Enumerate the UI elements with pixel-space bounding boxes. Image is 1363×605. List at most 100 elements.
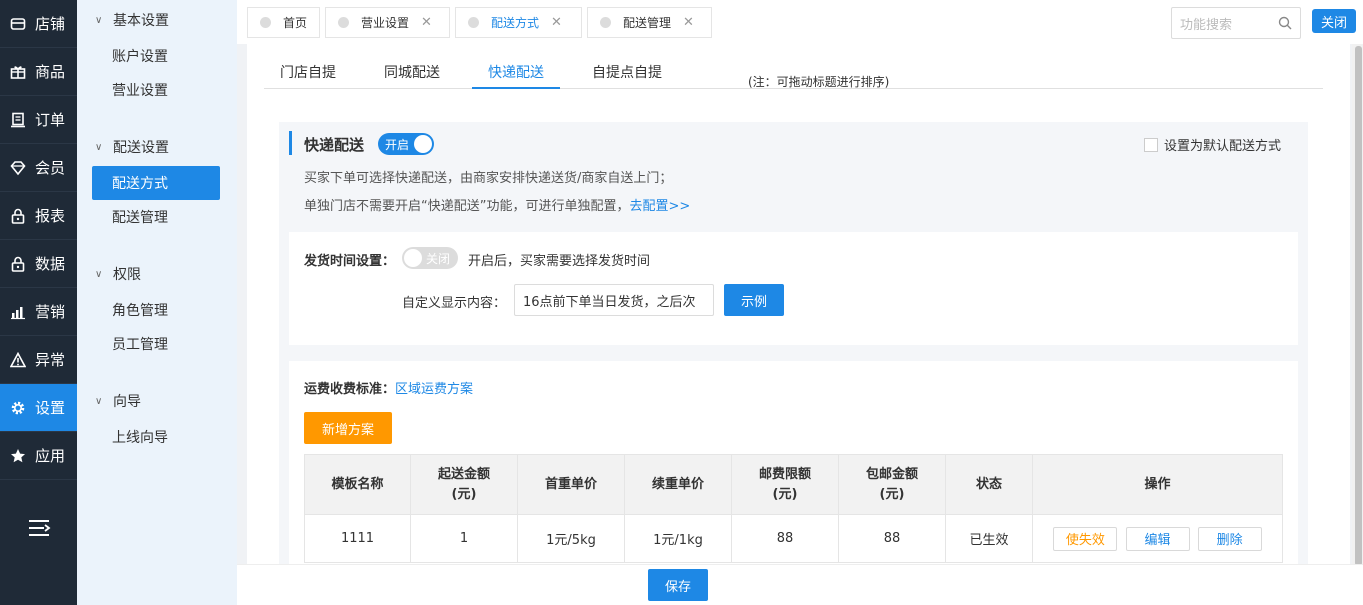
nav-item-orders[interactable]: 订单	[0, 96, 77, 144]
section-description-2: 单独门店不需要开启“快递配送”功能，可进行单独配置，去配置>>	[304, 199, 691, 214]
deactivate-button[interactable]: 使失效	[1053, 526, 1118, 551]
tab-store-pickup[interactable]: 门店自提	[280, 62, 336, 89]
cell-limit: 88	[731, 514, 839, 563]
sub-nav: ∨ 基本设置 账户设置 营业设置 ∨ 配送设置 配送方式 配送管理 ∨ 权限 角色管理…	[77, 0, 237, 605]
nav-item-data[interactable]: 数据	[0, 240, 77, 288]
star-icon	[9, 447, 27, 465]
chevron-down-icon: ∨	[95, 268, 103, 280]
sub-item-delivery-methods[interactable]: 配送方式	[92, 166, 220, 200]
nav-label: 店铺	[35, 15, 66, 33]
sub-item-business-settings[interactable]: 营业设置	[92, 73, 220, 107]
col-first-weight: 首重单价	[517, 454, 625, 515]
set-default-checkbox[interactable]: 设置为默认配送方式	[1144, 135, 1281, 154]
scrollbar-thumb[interactable]	[1355, 46, 1362, 566]
nav-label: 商品	[35, 63, 66, 81]
switch-knob	[414, 135, 432, 153]
table-header-row: 模板名称 起送金额 (元) 首重单价 续重单价 邮费限额 (元) 包邮金额 (元…	[304, 454, 1283, 515]
close-icon[interactable]: ✕	[421, 15, 432, 30]
footer-bar: 保存	[237, 564, 1363, 605]
custom-content-label: 自定义显示内容：	[402, 296, 507, 311]
go-configure-link[interactable]: 去配置>>	[629, 199, 690, 214]
shipping-time-hint: 开启后，买家需要选择发货时间	[468, 254, 651, 269]
nav-item-members[interactable]: 会员	[0, 144, 77, 192]
group-guide[interactable]: ∨ 向导	[77, 389, 141, 413]
close-button[interactable]: 关闭	[1312, 9, 1356, 33]
page-tab-delivery-methods[interactable]: 配送方式 ✕	[455, 7, 582, 38]
fee-standard-box: 运费收费标准：区域运费方案 新增方案 模板名称 起送金额 (元) 首重单价 续重…	[289, 361, 1298, 564]
sub-item-delivery-management[interactable]: 配送管理	[92, 200, 220, 234]
group-basic-settings[interactable]: ∨ 基本设置	[77, 8, 169, 32]
sub-item-onboarding-guide[interactable]: 上线向导	[92, 420, 220, 454]
lock-icon	[9, 255, 27, 273]
save-button[interactable]: 保存	[648, 569, 708, 601]
switch-knob	[404, 249, 422, 267]
cell-status: 已生效	[945, 514, 1033, 563]
shipping-time-label: 发货时间设置：	[304, 254, 396, 269]
section-title: 快递配送	[304, 136, 365, 154]
main-panel: 门店自提 同城配送 快递配送 自提点自提 (注：可拖动标题进行排序) 快递配送 …	[247, 44, 1350, 564]
nav-label: 设置	[35, 399, 66, 417]
tab-dot-icon	[468, 17, 479, 28]
cell-next: 1元/1kg	[624, 514, 732, 563]
checkbox-box[interactable]	[1144, 137, 1158, 152]
section-description: 买家下单可选择快递配送，由商家安排快递送货/商家自送上门；	[304, 171, 673, 186]
page-tabs-bar: 首页 营业设置 ✕ 配送方式 ✕ 配送管理 ✕ 功能搜索 关闭	[237, 0, 1363, 44]
shipping-time-switch[interactable]: 关闭	[402, 247, 458, 269]
table-row: 1111 1 1元/5kg 1元/1kg 88 88 已生效 使失效 编辑 删除	[304, 514, 1283, 563]
col-status: 状态	[945, 454, 1033, 515]
page-tab-business-settings[interactable]: 营业设置 ✕	[325, 7, 450, 38]
nav-item-apps[interactable]: 应用	[0, 432, 77, 480]
chevron-down-icon: ∨	[95, 14, 103, 26]
tab-dot-icon	[338, 17, 349, 28]
col-free-shipping: 包邮金额 (元)	[838, 454, 946, 515]
chevron-down-icon: ∨	[95, 141, 103, 153]
regional-fee-link[interactable]: 区域运费方案	[395, 382, 473, 397]
gift-icon	[9, 63, 27, 81]
edit-button[interactable]: 编辑	[1125, 526, 1190, 551]
express-enable-switch[interactable]: 开启	[378, 133, 434, 155]
tab-dot-icon	[600, 17, 611, 28]
sub-item-account-settings[interactable]: 账户设置	[92, 39, 220, 73]
nav-item-marketing[interactable]: 营销	[0, 288, 77, 336]
col-actions: 操作	[1032, 454, 1283, 515]
function-search-input[interactable]: 功能搜索	[1171, 7, 1301, 39]
tab-pickup-point[interactable]: 自提点自提	[592, 62, 662, 89]
diamond-icon	[9, 159, 27, 177]
collapse-menu-button[interactable]	[0, 518, 77, 542]
page-tab-delivery-management[interactable]: 配送管理 ✕	[587, 7, 712, 38]
cell-first: 1元/5kg	[517, 514, 625, 563]
tab-dot-icon	[260, 17, 271, 28]
tab-express-delivery[interactable]: 快递配送	[472, 62, 560, 89]
custom-content-input[interactable]	[514, 284, 714, 316]
nav-item-exceptions[interactable]: 异常	[0, 336, 77, 384]
nav-label: 报表	[35, 207, 66, 225]
chevron-down-icon: ∨	[95, 395, 103, 407]
search-icon[interactable]	[1278, 16, 1292, 34]
delete-button[interactable]: 删除	[1197, 526, 1262, 551]
page-tab-home[interactable]: 首页	[247, 7, 320, 38]
nav-label: 应用	[35, 447, 66, 465]
lock-icon	[9, 207, 27, 225]
nav-item-store[interactable]: 店铺	[0, 0, 77, 48]
tabs-drag-note: (注：可拖动标题进行排序)	[748, 75, 890, 89]
cell-min: 1	[410, 514, 518, 563]
nav-item-goods[interactable]: 商品	[0, 48, 77, 96]
close-icon[interactable]: ✕	[551, 15, 562, 30]
main-nav: 店铺 商品 订单 会员 报表 数据 营销 异常 设置 应用	[0, 0, 77, 605]
group-delivery-settings[interactable]: ∨ 配送设置	[77, 135, 169, 159]
close-icon[interactable]: ✕	[683, 15, 694, 30]
group-permissions[interactable]: ∨ 权限	[77, 262, 141, 286]
tab-city-delivery[interactable]: 同城配送	[384, 62, 440, 89]
nav-item-reports[interactable]: 报表	[0, 192, 77, 240]
add-plan-button[interactable]: 新增方案	[304, 412, 392, 444]
warning-icon	[9, 351, 27, 369]
nav-item-settings[interactable]: 设置	[0, 384, 77, 432]
sub-item-role-management[interactable]: 角色管理	[92, 293, 220, 327]
store-icon	[9, 15, 27, 33]
section-accent-bar	[289, 131, 292, 155]
example-button[interactable]: 示例	[724, 284, 784, 316]
sub-item-staff-management[interactable]: 员工管理	[92, 327, 220, 361]
nav-label: 营销	[35, 303, 66, 321]
col-next-weight: 续重单价	[624, 454, 732, 515]
col-min-amount: 起送金额 (元)	[410, 454, 518, 515]
